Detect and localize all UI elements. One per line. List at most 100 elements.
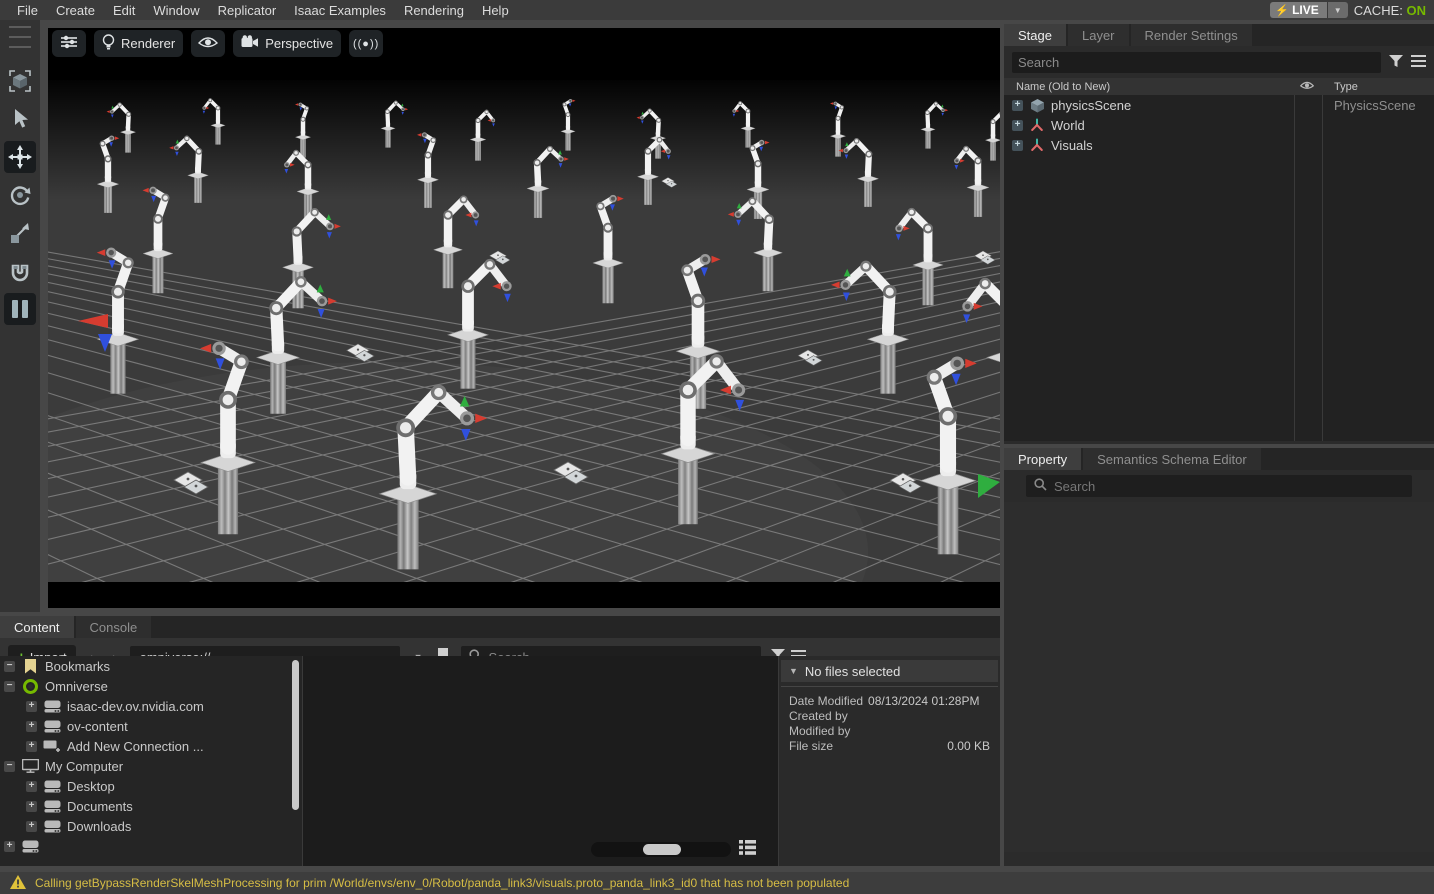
- expand-icon[interactable]: +: [26, 781, 37, 792]
- menu-item-create[interactable]: Create: [47, 3, 104, 18]
- stage-row-visuals[interactable]: +Visuals: [1004, 135, 1434, 155]
- menu-item-isaac-examples[interactable]: Isaac Examples: [285, 3, 395, 18]
- move-tool-button[interactable]: [4, 141, 36, 173]
- name-column-header: Name (Old to New): [1004, 81, 1110, 93]
- menu-item-file[interactable]: File: [8, 3, 47, 18]
- cube-icon: [1029, 98, 1045, 113]
- tree-item-bookmarks[interactable]: − Bookmarks: [0, 656, 290, 676]
- menu-bar: FileCreateEditWindowReplicatorIsaac Exam…: [0, 0, 1434, 20]
- broadcast-button[interactable]: ((●)): [349, 30, 383, 57]
- expand-icon[interactable]: +: [4, 841, 15, 852]
- stage-options-icon[interactable]: [1411, 55, 1426, 70]
- stage-search-input[interactable]: Search: [1012, 52, 1381, 73]
- expand-icon[interactable]: −: [4, 681, 15, 692]
- content-tab-console[interactable]: Console: [76, 616, 154, 638]
- rotate-tool-button[interactable]: [4, 179, 36, 211]
- tree-item-label: Desktop: [67, 779, 115, 794]
- bookmark-icon: [21, 659, 39, 674]
- tree-item-label: Documents: [67, 799, 133, 814]
- expand-icon[interactable]: +: [26, 741, 37, 752]
- expand-icon[interactable]: +: [1012, 140, 1023, 151]
- tree-item-isaac-dev-ov-nvidia-com[interactable]: + isaac-dev.ov.nvidia.com: [0, 696, 290, 716]
- slider-thumb[interactable]: [643, 844, 681, 855]
- content-browser: ContentConsole + Import ‹ › omniverse://…: [0, 616, 1000, 866]
- viewport-3d-scene[interactable]: [48, 52, 1000, 582]
- expand-icon[interactable]: +: [1012, 120, 1023, 131]
- server-icon: [21, 840, 39, 853]
- tree-item-desktop[interactable]: + Desktop: [0, 776, 290, 796]
- expand-icon[interactable]: +: [26, 821, 37, 832]
- stage-tab-layer[interactable]: Layer: [1068, 24, 1131, 46]
- stage-row-physicsscene[interactable]: +physicsScenePhysicsScene: [1004, 95, 1434, 115]
- expand-icon[interactable]: +: [26, 801, 37, 812]
- tree-item-label: isaac-dev.ov.nvidia.com: [67, 699, 204, 714]
- tree-item-label: ov-content: [67, 719, 128, 734]
- file-grid-area[interactable]: [302, 656, 778, 866]
- xform-icon: [1029, 118, 1045, 132]
- no-files-selected-label: No files selected: [805, 664, 900, 679]
- tree-item-downloads[interactable]: + Downloads: [0, 816, 290, 836]
- server-icon: [43, 700, 61, 713]
- pause-tool-button[interactable]: [4, 293, 36, 325]
- thumbnail-size-slider[interactable]: [591, 842, 731, 857]
- menu-item-rendering[interactable]: Rendering: [395, 3, 473, 18]
- tree-item-omniverse[interactable]: − Omniverse: [0, 676, 290, 696]
- toolbar-grip-handle[interactable]: [9, 26, 31, 48]
- detail-modified-by: Modified by: [789, 724, 990, 739]
- server-icon: [43, 800, 61, 813]
- detail-label: Modified by: [789, 724, 850, 739]
- tree-item-add-new-connection[interactable]: +Add New Connection ...: [0, 736, 290, 756]
- details-header[interactable]: ▼ No files selected: [781, 660, 998, 682]
- live-sync-button[interactable]: ⚡ LIVE: [1270, 2, 1326, 18]
- tree-item-partial[interactable]: +: [0, 836, 290, 856]
- viewport-settings-button[interactable]: [52, 30, 86, 57]
- tree-scrollbar[interactable]: [290, 656, 302, 866]
- property-tab-semantics-schema-editor[interactable]: Semantics Schema Editor: [1083, 448, 1263, 470]
- visibility-menu-button[interactable]: [191, 30, 225, 57]
- tree-item-my-computer[interactable]: −My Computer: [0, 756, 290, 776]
- left-toolbar: [0, 20, 40, 612]
- viewport-toolbar: Renderer Perspective ((●)): [52, 30, 383, 58]
- camera-label: Perspective: [265, 36, 333, 51]
- expand-icon[interactable]: +: [1012, 100, 1023, 111]
- menu-item-window[interactable]: Window: [144, 3, 208, 18]
- content-tab-content[interactable]: Content: [0, 616, 76, 638]
- stage-column-headers[interactable]: Name (Old to New) Type: [1004, 78, 1434, 95]
- menu-item-replicator[interactable]: Replicator: [209, 3, 286, 18]
- tree-item-label: Bookmarks: [45, 659, 110, 674]
- expand-icon[interactable]: −: [4, 661, 15, 672]
- select-box-tool-button[interactable]: [4, 65, 36, 97]
- expand-icon[interactable]: +: [26, 721, 37, 732]
- renderer-menu-button[interactable]: Renderer: [94, 30, 183, 57]
- detail-value: 0.00 KB: [947, 739, 990, 754]
- sliders-icon: [60, 34, 78, 53]
- expand-icon[interactable]: +: [26, 701, 37, 712]
- camera-menu-button[interactable]: Perspective: [233, 30, 341, 57]
- tree-item-ov-content[interactable]: + ov-content: [0, 716, 290, 736]
- property-tabbar: PropertySemantics Schema Editor: [1004, 448, 1434, 470]
- tree-item-label: Omniverse: [45, 679, 108, 694]
- viewport[interactable]: Renderer Perspective ((●)): [48, 28, 1000, 608]
- lightning-icon: ⚡: [1275, 4, 1289, 17]
- filter-icon[interactable]: [1389, 55, 1403, 71]
- menu-item-edit[interactable]: Edit: [104, 3, 144, 18]
- broadcast-icon: ((●)): [353, 38, 379, 50]
- stage-row-world[interactable]: +World: [1004, 115, 1434, 135]
- cache-on-value: ON: [1407, 3, 1427, 18]
- grid-view-icon[interactable]: [739, 840, 756, 858]
- snap-tool-button[interactable]: [4, 255, 36, 287]
- property-search-input[interactable]: Search: [1026, 475, 1412, 497]
- monitor-add-icon: [43, 739, 61, 753]
- property-tab-property[interactable]: Property: [1004, 448, 1083, 470]
- menu-item-help[interactable]: Help: [473, 3, 518, 18]
- stage-tab-stage[interactable]: Stage: [1004, 24, 1068, 46]
- expand-icon[interactable]: −: [4, 761, 15, 772]
- property-panel: PropertySemantics Schema Editor Search: [1004, 448, 1434, 866]
- tree-item-documents[interactable]: + Documents: [0, 796, 290, 816]
- cursor-tool-button[interactable]: [4, 103, 36, 135]
- prim-type: PhysicsScene: [1334, 98, 1416, 113]
- scale-tool-button[interactable]: [4, 217, 36, 249]
- tree-item-label: Downloads: [67, 819, 131, 834]
- stage-tab-render-settings[interactable]: Render Settings: [1131, 24, 1254, 46]
- live-dropdown-button[interactable]: ▼: [1328, 2, 1348, 18]
